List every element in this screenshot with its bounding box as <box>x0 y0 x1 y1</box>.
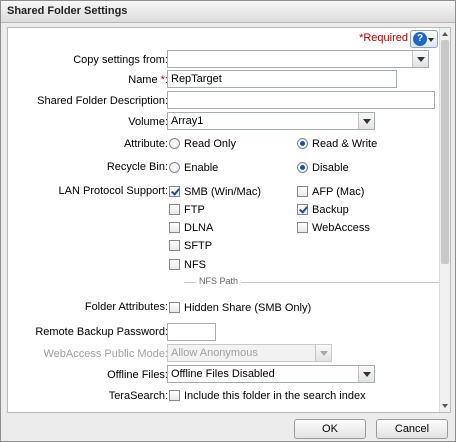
name-label: Name *: <box>128 74 168 86</box>
ok-button[interactable]: OK <box>294 419 366 439</box>
chevron-down-icon <box>428 38 434 42</box>
offline-files-label: Offline Files: <box>107 369 168 381</box>
checkbox-icon[interactable] <box>169 222 180 233</box>
cancel-button[interactable]: Cancel <box>376 419 448 439</box>
protocol-ftp-checkbox[interactable]: FTP <box>169 204 205 216</box>
radio-icon[interactable] <box>169 138 180 149</box>
radio-icon[interactable] <box>169 162 180 173</box>
folder-attributes-label: Folder Attributes: <box>84 301 168 313</box>
chevron-down-icon[interactable] <box>412 51 428 67</box>
checkbox-icon[interactable] <box>169 204 180 215</box>
volume-value: Array1 <box>171 115 204 127</box>
form-scrollbar[interactable] <box>439 28 450 412</box>
checkbox-checked-icon[interactable] <box>297 204 308 215</box>
recycle-bin-label: Recycle Bin: <box>106 161 168 173</box>
remote-backup-password-label: Remote Backup Password: <box>35 326 168 338</box>
description-label: Shared Folder Description: <box>37 95 168 107</box>
protocol-smb-checkbox[interactable]: SMB (Win/Mac) <box>169 186 261 198</box>
chevron-down-icon[interactable] <box>358 366 374 382</box>
protocol-dlna-checkbox[interactable]: DLNA <box>169 222 213 234</box>
checkbox-icon[interactable] <box>169 302 180 313</box>
shared-folder-settings-dialog: Shared Folder Settings *Required ? Copy … <box>0 0 456 442</box>
attribute-read-write-radio[interactable]: Read & Write <box>297 138 377 150</box>
protocol-sftp-checkbox[interactable]: SFTP <box>169 240 212 252</box>
required-note: *Required <box>359 32 408 44</box>
copy-settings-label: Copy settings from: <box>73 54 168 66</box>
checkbox-icon[interactable] <box>169 240 180 251</box>
checkbox-icon[interactable] <box>297 222 308 233</box>
nfs-path-group: NFS Path <box>184 276 448 287</box>
recycle-bin-disable-radio[interactable]: Disable <box>297 162 349 174</box>
scroll-up-icon[interactable] <box>440 29 450 39</box>
terasearch-label: TeraSearch: <box>108 390 168 402</box>
copy-settings-select[interactable] <box>167 50 429 68</box>
checkbox-checked-icon[interactable] <box>169 186 180 197</box>
attribute-label: Attribute: <box>123 138 168 150</box>
terasearch-checkbox[interactable]: Include this folder in the search index <box>169 390 366 402</box>
protocol-nfs-checkbox[interactable]: NFS <box>169 259 206 271</box>
description-input[interactable] <box>167 91 435 109</box>
checkbox-icon[interactable] <box>169 259 180 270</box>
settings-form: *Required ? Copy settings from: Name *: … <box>7 27 451 413</box>
webaccess-public-mode-label: WebAccess Public Mode: <box>43 348 168 360</box>
lan-protocol-label: LAN Protocol Support: <box>58 185 168 197</box>
checkbox-icon[interactable] <box>297 186 308 197</box>
help-icon: ? <box>413 32 427 46</box>
radio-selected-icon[interactable] <box>297 162 308 173</box>
chevron-down-icon <box>315 345 331 361</box>
help-button[interactable]: ? <box>410 30 438 48</box>
attribute-read-only-radio[interactable]: Read Only <box>169 138 236 150</box>
chevron-down-icon[interactable] <box>358 113 374 129</box>
name-input[interactable]: RepTarget <box>167 70 397 88</box>
scroll-down-icon[interactable] <box>440 401 450 411</box>
scroll-thumb[interactable] <box>441 40 449 264</box>
offline-files-select[interactable]: Offline Files Disabled <box>167 365 375 383</box>
hidden-share-checkbox[interactable]: Hidden Share (SMB Only) <box>169 302 311 314</box>
protocol-backup-checkbox[interactable]: Backup <box>297 204 349 216</box>
recycle-bin-enable-radio[interactable]: Enable <box>169 162 218 174</box>
protocol-webaccess-checkbox[interactable]: WebAccess <box>297 222 370 234</box>
webaccess-public-mode-value: Allow Anonymous <box>171 347 258 359</box>
protocol-afp-checkbox[interactable]: AFP (Mac) <box>297 186 364 198</box>
radio-selected-icon[interactable] <box>297 138 308 149</box>
volume-select[interactable]: Array1 <box>167 112 375 130</box>
webaccess-public-mode-select[interactable]: Allow Anonymous <box>167 344 332 362</box>
nfs-path-label: NFS Path <box>196 276 242 286</box>
volume-label: Volume: <box>128 116 168 128</box>
checkbox-icon[interactable] <box>169 390 180 401</box>
offline-files-value: Offline Files Disabled <box>171 368 275 380</box>
title-bar[interactable]: Shared Folder Settings <box>1 1 455 23</box>
dialog-title: Shared Folder Settings <box>7 5 128 17</box>
remote-backup-password-input[interactable] <box>167 323 216 341</box>
